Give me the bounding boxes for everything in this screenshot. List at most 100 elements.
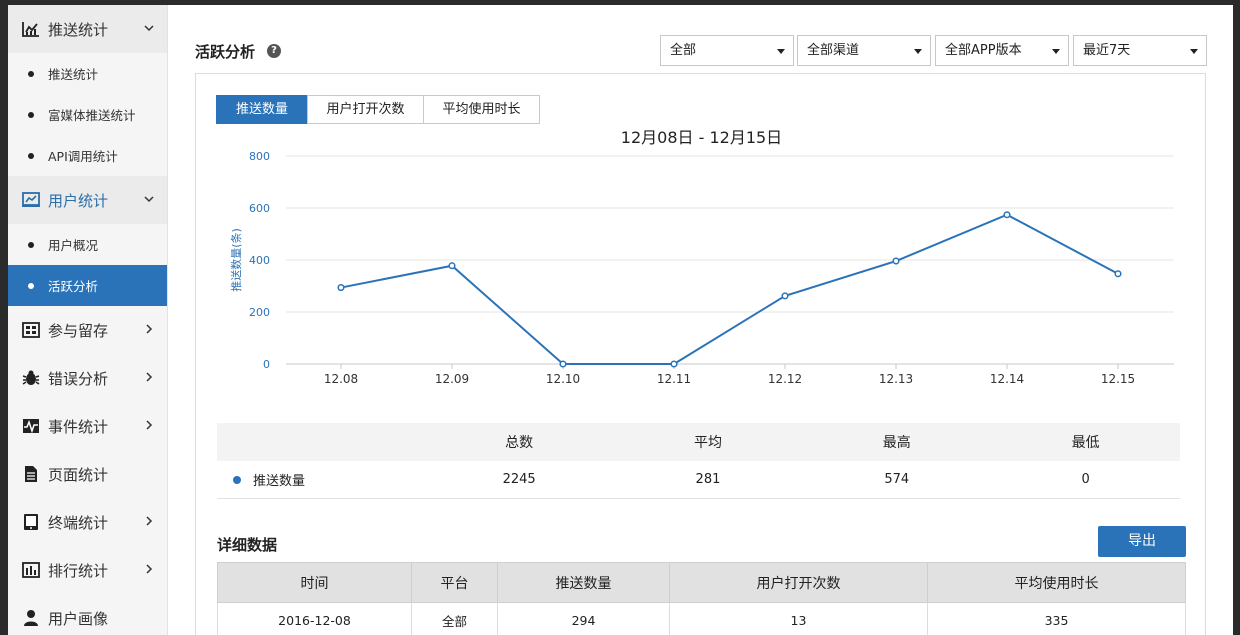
page-title: 活跃分析 — [195, 43, 256, 61]
stats-header-blank — [217, 423, 425, 461]
sidebar-item-label: 活跃分析 — [48, 279, 99, 294]
sidebar-item-label: API调用统计 — [48, 149, 118, 164]
x-tick-label: 12.14 — [990, 372, 1024, 386]
table-row: 2016-12-08 全部 294 13 335 — [217, 602, 1186, 635]
stats-header-max: 最高 — [882, 435, 911, 451]
sidebar-group-retention[interactable]: 参与留存 — [8, 306, 167, 354]
chevron-right-icon — [146, 324, 153, 334]
date-range-select[interactable]: 最近7天 — [1073, 35, 1207, 66]
series-line — [340, 213, 1119, 365]
select-value: 全部 — [670, 43, 697, 58]
stats-avg: 281 — [695, 472, 721, 487]
sidebar-item-label: 推送统计 — [48, 67, 99, 82]
sidebar-group-label: 用户画像 — [48, 609, 109, 628]
x-tick-label: 12.12 — [768, 372, 802, 386]
stats-total: 2245 — [502, 472, 536, 487]
column-header-push-count[interactable]: 推送数量 — [497, 562, 670, 603]
sidebar-item-rich-media-stats[interactable]: 富媒体推送统计 — [8, 94, 167, 135]
sidebar-group-rank-stats[interactable]: 排行统计 — [8, 546, 167, 594]
cell-user-opens: 13 — [669, 602, 928, 635]
cell-push-count: 294 — [497, 602, 670, 635]
chevron-down-icon — [144, 25, 154, 32]
sidebar-group-user-portrait[interactable]: 用户画像 — [8, 594, 167, 635]
stats-min: 0 — [1081, 472, 1090, 487]
sidebar-item-user-overview[interactable]: 用户概况 — [8, 224, 167, 265]
column-header-user-opens[interactable]: 用户打开次数 — [669, 562, 928, 603]
platform-select[interactable]: 全部 — [660, 35, 794, 66]
stats-header-avg: 平均 — [693, 435, 722, 451]
detail-table: 时间 平台 推送数量 用户打开次数 平均使用时长 2016-12-08 全部 2… — [217, 562, 1186, 635]
stats-max: 574 — [884, 472, 910, 487]
data-point — [448, 262, 456, 270]
select-value: 全部APP版本 — [945, 43, 1022, 58]
select-value: 最近7天 — [1083, 43, 1131, 58]
x-tick-label: 12.11 — [657, 372, 691, 386]
stats-series-name: 推送数量 — [253, 474, 306, 489]
summary-stats: 总数 平均 最高 最低 推送数量 2245 281 574 0 — [217, 423, 1180, 499]
sidebar-item-api-stats[interactable]: API调用统计 — [8, 135, 167, 176]
sidebar-item-label: 用户概况 — [48, 238, 99, 253]
data-point — [892, 257, 900, 265]
cell-time: 2016-12-08 — [217, 602, 412, 635]
sidebar-group-label: 页面统计 — [48, 465, 109, 484]
x-tick-label: 12.13 — [879, 372, 913, 386]
data-point — [1003, 211, 1011, 219]
column-header-avg-duration[interactable]: 平均使用时长 — [927, 562, 1186, 603]
data-point — [559, 360, 567, 368]
bug-icon — [22, 369, 40, 387]
caret-down-icon — [1052, 49, 1060, 54]
data-point — [670, 360, 678, 368]
series-dot-icon — [233, 475, 241, 484]
sidebar-group-page-stats[interactable]: 页面统计 — [8, 450, 167, 498]
y-tick-label: 0 — [263, 358, 270, 371]
calendar-grid-icon — [22, 321, 40, 339]
help-icon[interactable]: ? — [267, 44, 281, 58]
y-tick-label: 800 — [249, 150, 270, 163]
x-tick-label: 12.09 — [435, 372, 469, 386]
line-chart: 12月08日 - 12月15日 0 200 400 600 800 12.08 12.09 1… — [196, 119, 1207, 409]
export-button[interactable]: 导出 — [1098, 526, 1186, 557]
column-header-time[interactable]: 时间 — [217, 562, 412, 603]
select-value: 全部渠道 — [807, 43, 860, 58]
user-chart-icon — [22, 191, 40, 209]
column-header-platform[interactable]: 平台 — [411, 562, 498, 603]
detail-header-row: 时间 平台 推送数量 用户打开次数 平均使用时长 — [217, 562, 1186, 603]
sidebar-group-label: 用户统计 — [48, 191, 109, 210]
chevron-right-icon — [146, 372, 153, 382]
chevron-right-icon — [146, 420, 153, 430]
y-tick-label: 400 — [249, 254, 270, 267]
sidebar-item-push-stats[interactable]: 推送统计 — [8, 53, 167, 94]
app-version-select[interactable]: 全部APP版本 — [935, 35, 1069, 66]
sidebar-item-activity-analysis[interactable]: 活跃分析 — [8, 265, 167, 306]
chart-title: 12月08日 - 12月15日 — [620, 128, 783, 147]
cell-avg-duration: 335 — [927, 602, 1186, 635]
chart-canvas: 0 200 400 600 800 12.08 12.09 12.10 12.11 12.12 12… — [229, 150, 1174, 386]
x-tick-label: 12.15 — [1101, 372, 1135, 386]
stats-header-min: 最低 — [1071, 435, 1100, 451]
channel-select[interactable]: 全部渠道 — [797, 35, 931, 66]
stats-series-cell: 推送数量 — [217, 461, 425, 498]
caret-down-icon — [914, 49, 922, 54]
main-content: 活跃分析 ? 全部 全部渠道 全部APP版本 最近7天 推送数量 用户打开次数 … — [168, 5, 1233, 635]
sidebar-group-device-stats[interactable]: 终端统计 — [8, 498, 167, 546]
stats-row: 推送数量 2245 281 574 0 — [217, 461, 1180, 499]
sidebar-group-user-stats[interactable]: 用户统计 — [8, 176, 167, 224]
x-tick-label: 12.08 — [324, 372, 358, 386]
stats-header-row: 总数 平均 最高 最低 — [217, 423, 1180, 461]
bullet-icon — [28, 111, 34, 118]
sidebar-group-event-stats[interactable]: 事件统计 — [8, 402, 167, 450]
cell-platform: 全部 — [411, 602, 498, 635]
bullet-icon — [28, 241, 34, 248]
caret-down-icon — [1190, 49, 1198, 54]
analysis-panel: 推送数量 用户打开次数 平均使用时长 12月08日 - 12月15日 0 200 4… — [195, 73, 1206, 635]
y-tick-label: 600 — [249, 202, 270, 215]
sidebar-group-error-analysis[interactable]: 错误分析 — [8, 354, 167, 402]
sidebar-group-label: 事件统计 — [48, 417, 109, 436]
sidebar-group-label: 终端统计 — [48, 513, 109, 532]
line-chart-icon — [22, 20, 40, 38]
data-point — [1114, 270, 1122, 278]
y-axis-label: 推送数量(条) — [229, 228, 243, 292]
device-icon — [22, 513, 40, 531]
sidebar-group-push-stats[interactable]: 推送统计 — [8, 5, 167, 53]
y-tick-label: 200 — [249, 306, 270, 319]
